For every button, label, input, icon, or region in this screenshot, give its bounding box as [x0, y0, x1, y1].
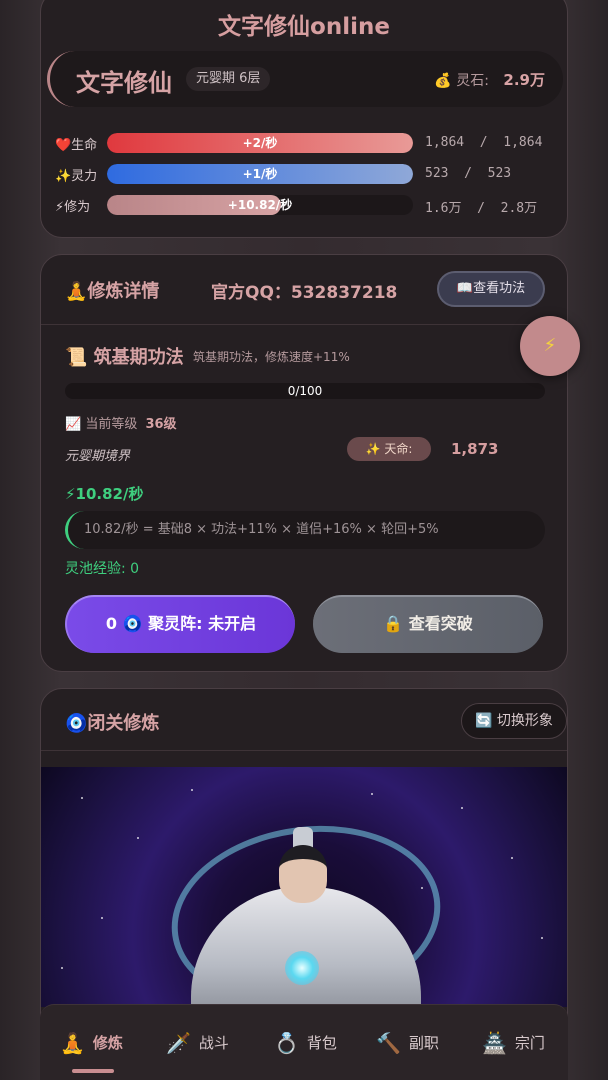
retreat-title: 🧿闭关修炼: [65, 713, 160, 734]
realm-text: 元婴期境界: [65, 449, 131, 464]
meditation-icon: 🧘: [60, 1031, 85, 1055]
stat-label: ❤️生命: [55, 138, 98, 153]
nav-item-battle[interactable]: 🗡️ 战斗: [166, 1031, 229, 1057]
tianming-value: 1,873: [451, 440, 499, 458]
hp-bar: +2/秒: [107, 133, 413, 153]
gongfa-exp-text: 0/100: [287, 384, 323, 398]
spirit-orb: [285, 951, 319, 985]
retreat-card-header: 🧿闭关修炼 🔄 切换形象: [41, 689, 567, 751]
cultivation-values: 1.6万 / 2.8万: [425, 201, 538, 216]
hp-rate: +2/秒: [242, 136, 278, 150]
player-bar: 文字修仙 元婴期 6层 💰 灵石: 2.9万: [47, 51, 563, 107]
stat-row-mp: ✨灵力 +1/秒 523 / 523: [55, 164, 555, 184]
nav-item-bag[interactable]: 💍 背包: [274, 1031, 337, 1057]
mp-values: 523 / 523: [425, 166, 512, 181]
dagger-icon: 🗡️: [166, 1031, 191, 1055]
stat-row-cultivation: ⚡修为 +10.82/秒 1.6万 / 2.8万: [55, 195, 555, 216]
meditation-scene-image: [41, 767, 567, 1025]
nav-item-cultivate[interactable]: 🧘 修炼: [60, 1031, 123, 1057]
spirit-array-button[interactable]: 0 🧿 聚灵阵: 未开启: [65, 595, 295, 653]
ring-icon: 💍: [274, 1031, 299, 1055]
cultivation-card: 🧘修炼详情 官方QQ：532837218 📖查看功法 📜 筑基期功法 筑基期功法…: [40, 254, 568, 672]
level-value: 36级: [145, 417, 177, 432]
stone-value: 2.9万: [503, 71, 545, 89]
view-breakthrough-button[interactable]: 🔒 查看突破: [313, 595, 543, 653]
speed-formula: 10.82/秒 = 基础8 × 功法+11% × 道侣+16% × 轮回+5%: [65, 511, 545, 549]
main-column: 文字修仙online 文字修仙 元婴期 6层 💰 灵石: 2.9万 ❤️生命 +…: [40, 0, 568, 1080]
bottom-nav: 🧘 修炼 🗡️ 战斗 💍 背包 🔨 副职 🏯 宗门: [40, 1004, 568, 1080]
cultivation-bar: +10.82/秒: [107, 195, 413, 215]
spirit-pool-exp: 灵池经验: 0: [65, 561, 140, 577]
level-label: 📈 当前等级: [65, 417, 138, 432]
spirit-stone: 💰 灵石: 2.9万: [434, 69, 545, 90]
gongfa-exp-bar: 0/100: [65, 383, 545, 399]
cultivation-title: 🧘修炼详情: [65, 281, 160, 302]
stat-label: ⚡修为: [55, 200, 91, 215]
mp-rate: +1/秒: [242, 167, 278, 181]
stat-row-hp: ❤️生命 +2/秒 1,864 / 1,864: [55, 133, 555, 153]
app-title: 文字修仙online: [218, 14, 390, 40]
lightning-fab-button[interactable]: ⚡: [520, 316, 580, 376]
realm-badge: 元婴期 6层: [186, 67, 271, 91]
active-tab-indicator: [72, 1069, 114, 1073]
current-level: 📈 当前等级 36级: [65, 413, 177, 432]
stone-label: 灵石:: [456, 73, 489, 89]
player-name: 文字修仙: [76, 69, 172, 97]
cultivator-head: [279, 845, 327, 903]
cultivation-speed: ⚡10.82/秒: [65, 485, 144, 503]
temple-icon: 🏯: [482, 1031, 507, 1055]
gongfa-description: 筑基期功法，修炼速度+11%: [193, 350, 350, 364]
switch-avatar-button[interactable]: 🔄 切换形象: [461, 703, 567, 739]
hammer-icon: 🔨: [376, 1031, 401, 1055]
lightning-icon: ⚡: [543, 335, 557, 356]
cultivation-card-header: 🧘修炼详情 官方QQ：532837218 📖查看功法: [41, 255, 567, 325]
cultivation-rate: +10.82/秒: [227, 198, 293, 212]
mp-bar: +1/秒: [107, 164, 413, 184]
gongfa-name: 📜 筑基期功法: [65, 347, 184, 368]
tianming-badge: ✨ 天命:: [347, 437, 431, 461]
hp-values: 1,864 / 1,864: [425, 135, 543, 150]
view-gongfa-button[interactable]: 📖查看功法: [437, 271, 545, 307]
header-card: 文字修仙online 文字修仙 元婴期 6层 💰 灵石: 2.9万 ❤️生命 +…: [40, 0, 568, 238]
official-qq: 官方QQ：532837218: [211, 283, 398, 303]
stat-label: ✨灵力: [55, 169, 98, 184]
nav-item-profession[interactable]: 🔨 副职: [376, 1031, 439, 1057]
nav-item-sect[interactable]: 🏯 宗门: [482, 1031, 545, 1057]
money-bag-icon: 💰: [434, 73, 452, 89]
